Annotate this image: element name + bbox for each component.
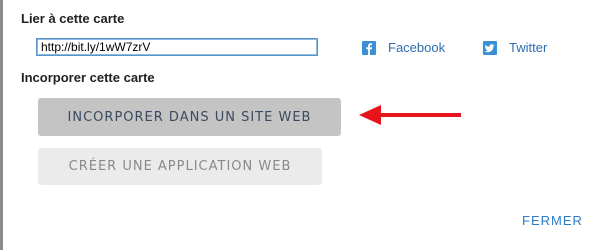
dialog-left-border — [0, 0, 3, 250]
twitter-label: Twitter — [509, 40, 548, 55]
close-button[interactable]: FERMER — [522, 213, 583, 228]
create-web-app-button[interactable]: CRÉER UNE APPLICATION WEB — [38, 148, 322, 185]
facebook-label: Facebook — [388, 40, 446, 55]
twitter-share-link[interactable]: Twitter — [483, 40, 547, 55]
red-arrow-left-icon — [359, 105, 461, 125]
facebook-icon — [362, 40, 376, 55]
facebook-share-link[interactable]: Facebook — [362, 40, 445, 55]
short-url-field[interactable] — [36, 38, 318, 56]
link-section-title: Lier à cette carte — [21, 11, 125, 26]
twitter-icon — [483, 40, 497, 55]
embed-in-website-button[interactable]: INCORPORER DANS UN SITE WEB — [38, 98, 341, 136]
embed-section-title: Incorporer cette carte — [21, 70, 155, 85]
